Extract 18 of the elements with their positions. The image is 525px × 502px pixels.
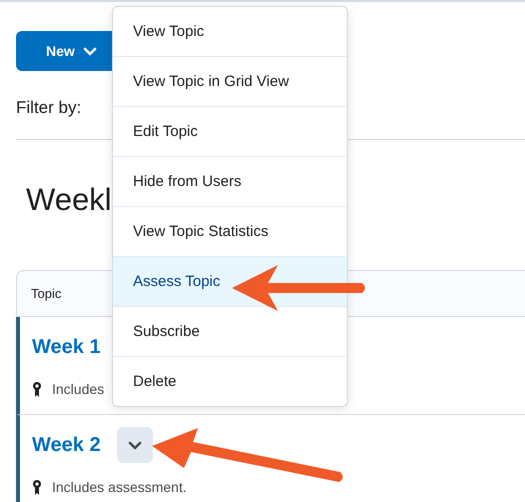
award-icon — [32, 479, 42, 495]
menu-item[interactable]: View Topic Statistics — [113, 206, 347, 256]
filter-label: Filter by: — [16, 98, 82, 118]
assessment-note: Includes assessment. — [52, 479, 187, 495]
menu-item[interactable]: View Topic — [113, 7, 347, 56]
topic-link[interactable]: Week 2 — [32, 434, 101, 456]
chevron-down-icon — [128, 440, 142, 450]
menu-button[interactable] — [116, 427, 153, 463]
award-icon — [32, 381, 42, 397]
menu-item[interactable]: Hide from Users — [113, 156, 347, 206]
topic-link[interactable]: Week 1 — [32, 336, 101, 358]
caret-icon — [82, 46, 97, 56]
page-heading: Weekl — [26, 182, 112, 218]
menu-item[interactable]: Subscribe — [113, 306, 347, 356]
menu-item[interactable]: Edit Topic — [113, 106, 347, 156]
menu-item[interactable]: Delete — [113, 356, 347, 406]
assessment-note: Includes — [52, 381, 104, 397]
menu-item[interactable]: View Topic in Grid View — [113, 56, 347, 106]
